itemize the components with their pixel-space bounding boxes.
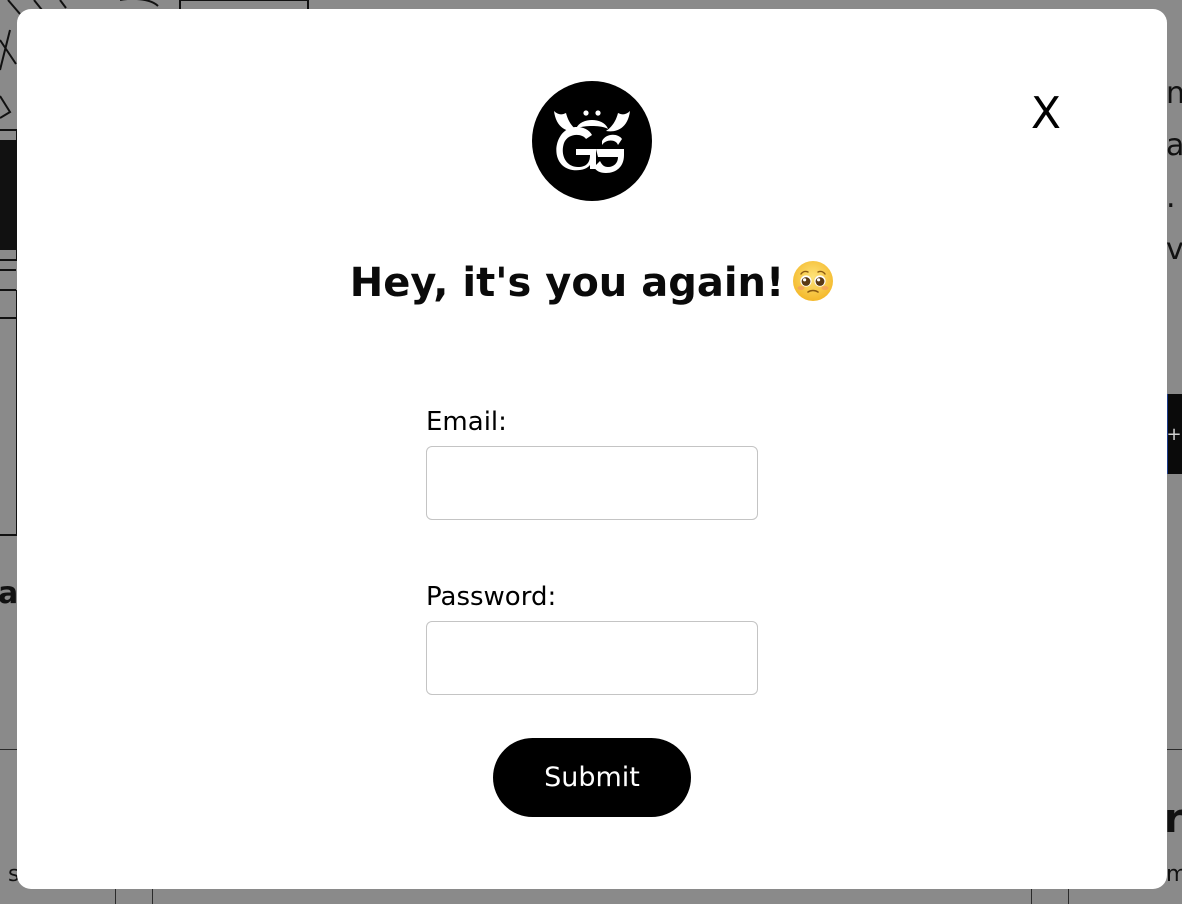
background-partial-text: . bbox=[1166, 180, 1176, 215]
background-partial-text: m bbox=[1166, 862, 1182, 887]
background-partial-text: a bbox=[1166, 128, 1182, 163]
page-title: Hey, it's you again! bbox=[17, 255, 1167, 311]
background-partial-text: na bbox=[1166, 76, 1182, 111]
close-button[interactable]: X bbox=[1027, 89, 1065, 139]
password-field[interactable] bbox=[426, 621, 758, 695]
email-label: Email: bbox=[426, 407, 507, 437]
login-modal: X Hey, it's you again! Email: Password: … bbox=[17, 9, 1167, 889]
pleading-face-icon bbox=[793, 261, 834, 301]
plus-icon: + bbox=[1166, 424, 1182, 445]
heading-text: Hey, it's you again! bbox=[349, 260, 785, 306]
background-partial-text: v bbox=[1166, 232, 1182, 267]
gg-bull-logo-icon bbox=[532, 81, 652, 201]
submit-button[interactable]: Submit bbox=[493, 738, 691, 817]
email-field[interactable] bbox=[426, 446, 758, 520]
password-label: Password: bbox=[426, 582, 557, 612]
